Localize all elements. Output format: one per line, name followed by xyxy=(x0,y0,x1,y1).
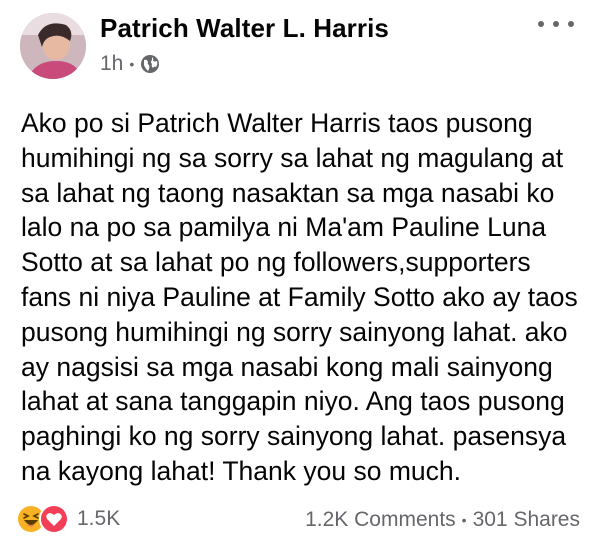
meta-separator: • xyxy=(129,56,135,72)
love-reaction-icon xyxy=(39,504,69,534)
reaction-count: 1.5K xyxy=(77,507,121,530)
more-options-icon[interactable] xyxy=(538,14,574,34)
avatar[interactable] xyxy=(20,13,86,79)
post-stats: 1.2K Comments • 301 Shares xyxy=(305,508,580,532)
post-footer: 1.5K 1.2K Comments • 301 Shares xyxy=(0,498,600,538)
reactions-summary[interactable]: 1.5K xyxy=(16,504,120,534)
stats-separator: • xyxy=(461,512,467,528)
dot xyxy=(538,21,544,27)
post-header: Patrich Walter L. Harris 1h • xyxy=(0,0,600,100)
post-text: Ako po si Patrich Walter Harris taos pus… xyxy=(21,108,578,486)
dot xyxy=(568,21,574,27)
globe-icon[interactable] xyxy=(140,54,160,74)
dot xyxy=(553,21,559,27)
comments-count[interactable]: 1.2K Comments xyxy=(305,508,456,532)
post-meta: 1h • xyxy=(100,52,160,76)
author-name[interactable]: Patrich Walter L. Harris xyxy=(100,13,389,44)
shares-count[interactable]: 301 Shares xyxy=(473,508,580,532)
post-time[interactable]: 1h xyxy=(100,52,123,76)
